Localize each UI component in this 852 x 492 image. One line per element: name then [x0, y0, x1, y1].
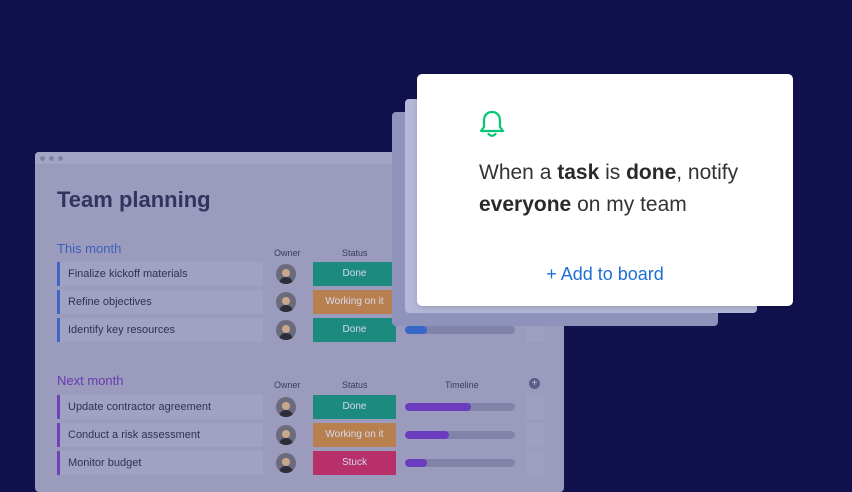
window-dot-icon: [49, 156, 54, 161]
group-title-this-month[interactable]: This month: [57, 241, 121, 256]
status-badge[interactable]: Stuck: [313, 451, 396, 475]
item-name-cell[interactable]: Conduct a risk assessment: [57, 423, 263, 447]
extra-cell: [526, 451, 544, 475]
status-badge[interactable]: Done: [313, 395, 396, 419]
avatar[interactable]: [276, 453, 296, 473]
status-badge[interactable]: Working on it: [313, 423, 396, 447]
item-name-cell[interactable]: Refine objectives: [57, 290, 263, 314]
group-title-next-month[interactable]: Next month: [57, 373, 123, 388]
item-name: Finalize kickoff materials: [68, 268, 188, 280]
recipe-text-done: done: [626, 161, 677, 184]
window-dot-icon: [58, 156, 63, 161]
timeline-fill: [405, 431, 449, 439]
item-name: Refine objectives: [68, 296, 152, 308]
status-badge[interactable]: Working on it: [313, 290, 396, 314]
recipe-text-everyone: everyone: [479, 193, 572, 216]
window-dot-icon: [40, 156, 45, 161]
automation-recipe-card[interactable]: When a task is done, notify everyone on …: [417, 74, 793, 306]
avatar[interactable]: [276, 397, 296, 417]
timeline-fill: [405, 403, 471, 411]
timeline-bar[interactable]: [405, 326, 515, 334]
board-title: Team planning: [57, 187, 211, 212]
timeline-bar[interactable]: [405, 431, 515, 439]
table-row[interactable]: Monitor budget Stuck: [57, 451, 544, 475]
recipe-text-part: , notify: [676, 161, 739, 184]
column-header-timeline: Timeline: [445, 380, 479, 390]
recipe-text-part: on my team: [571, 193, 687, 216]
column-header-owner: Owner: [274, 248, 301, 258]
column-header-status: Status: [342, 380, 368, 390]
column-header-owner: Owner: [274, 380, 301, 390]
item-name: Conduct a risk assessment: [68, 429, 201, 441]
recipe-text-part: is: [599, 161, 627, 184]
status-badge[interactable]: Done: [313, 262, 396, 286]
item-name: Update contractor agreement: [68, 401, 212, 413]
item-name: Monitor budget: [68, 457, 142, 469]
add-column-icon[interactable]: +: [529, 378, 540, 389]
item-name-cell[interactable]: Monitor budget: [57, 451, 263, 475]
avatar[interactable]: [276, 425, 296, 445]
table-row[interactable]: Conduct a risk assessment Working on it: [57, 423, 544, 447]
timeline-bar[interactable]: [405, 403, 515, 411]
avatar[interactable]: [276, 264, 296, 284]
timeline-bar[interactable]: [405, 459, 515, 467]
avatar[interactable]: [276, 292, 296, 312]
status-badge[interactable]: Done: [313, 318, 396, 342]
extra-cell: [526, 423, 544, 447]
recipe-text-part: When a: [479, 161, 558, 184]
timeline-fill: [405, 326, 427, 334]
item-name-cell[interactable]: Update contractor agreement: [57, 395, 263, 419]
item-name-cell[interactable]: Finalize kickoff materials: [57, 262, 263, 286]
column-header-status: Status: [342, 248, 368, 258]
recipe-text: When a task is done, notify everyone on …: [479, 157, 779, 221]
timeline-fill: [405, 459, 427, 467]
item-name: Identify key resources: [68, 324, 175, 336]
table-row[interactable]: Update contractor agreement Done: [57, 395, 544, 419]
bell-icon: [479, 110, 505, 137]
add-to-board-button[interactable]: + Add to board: [417, 264, 793, 285]
item-name-cell[interactable]: Identify key resources: [57, 318, 263, 342]
avatar[interactable]: [276, 320, 296, 340]
recipe-text-task: task: [557, 161, 600, 184]
extra-cell: [526, 395, 544, 419]
